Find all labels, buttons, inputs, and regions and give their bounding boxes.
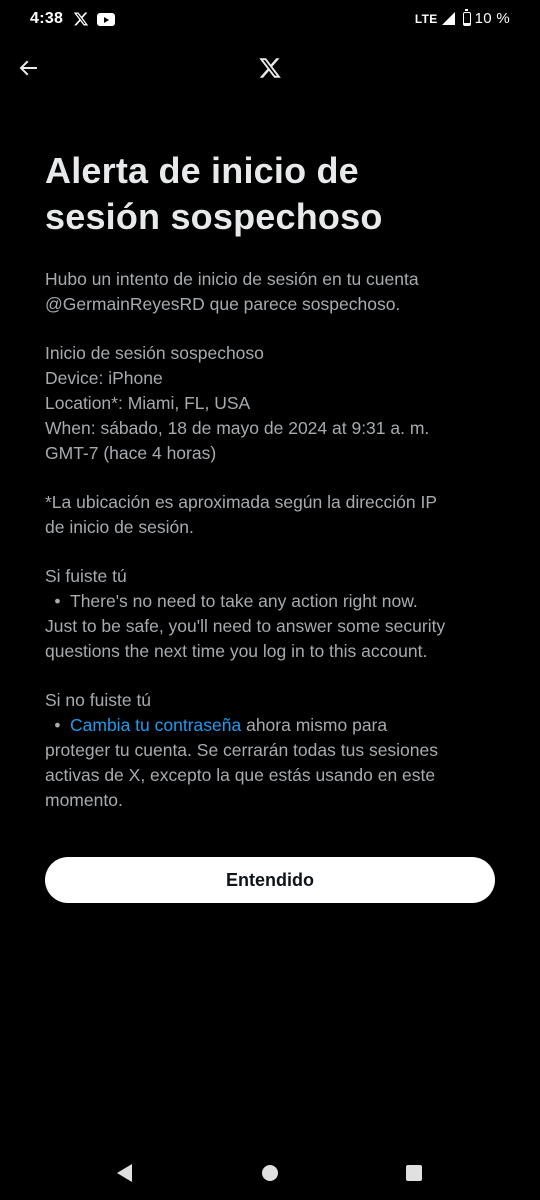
if-not-you-text: ahora mismo para	[241, 715, 388, 735]
network-type: LTE	[414, 11, 438, 26]
nav-recents-icon[interactable]	[406, 1165, 422, 1181]
intro-line: @GermainReyesRD que parece sospechoso.	[45, 294, 401, 314]
if-you-line: Just to be safe, you'll need to answer s…	[45, 616, 446, 636]
if-you-heading: Si fuiste tú	[45, 566, 127, 586]
location-note: *La ubicación es aproximada según la dir…	[45, 490, 500, 540]
location-line: Location*: Miami, FL, USA	[45, 393, 251, 413]
when-line: When: sábado, 18 de mayo de 2024 at 9:31…	[45, 418, 430, 438]
page-title: Alerta de inicio de sesión sospechoso	[45, 148, 500, 240]
note-line: *La ubicación es aproximada según la dir…	[45, 492, 438, 512]
login-details: Inicio de sesión sospechoso Device: iPho…	[45, 341, 500, 466]
arrow-left-icon	[19, 60, 37, 76]
change-password-link[interactable]: Cambia tu contraseña	[70, 715, 241, 735]
timezone-line: GMT-7 (hace 4 horas)	[45, 443, 217, 463]
intro-line: Hubo un intento de inicio de sesión en t…	[45, 269, 419, 289]
got-it-button[interactable]: Entendido	[45, 857, 495, 903]
bullet-icon: •	[54, 591, 61, 611]
if-not-you-section: Si no fuiste tú • Cambia tu contraseña ah…	[45, 688, 500, 813]
if-not-you-heading: Si no fuiste tú	[45, 690, 152, 710]
status-time: 4:38	[30, 10, 64, 27]
if-not-you-line: momento.	[45, 790, 123, 810]
signal-icon	[441, 12, 455, 25]
title-line: sesión sospechoso	[45, 196, 383, 237]
x-app-icon	[73, 12, 89, 26]
if-not-you-line: proteger tu cuenta. Se cerrarán todas tu…	[45, 740, 439, 760]
app-bar	[0, 40, 540, 96]
status-bar: 4:38 LTE 10 %	[0, 0, 540, 40]
if-you-bullet-line: • There's no need to take any action righ…	[45, 589, 500, 614]
battery-icon	[462, 8, 471, 26]
title-line: Alerta de inicio de	[45, 150, 359, 191]
system-nav-bar	[0, 1140, 540, 1200]
device-line: Device: iPhone	[45, 368, 163, 388]
intro-paragraph: Hubo un intento de inicio de sesión en t…	[45, 267, 500, 317]
bullet-icon: •	[54, 715, 61, 735]
x-logo-icon	[259, 58, 281, 78]
back-button[interactable]	[12, 52, 44, 84]
battery-fill	[463, 23, 470, 25]
nav-back-icon[interactable]	[117, 1164, 132, 1182]
details-heading: Inicio de sesión sospechoso	[45, 343, 264, 363]
if-you-line: questions the next time you log in to th…	[45, 641, 428, 661]
alert-content: Alerta de inicio de sesión sospechoso Hu…	[45, 148, 500, 813]
youtube-icon	[97, 13, 115, 26]
status-right: LTE 10 %	[414, 8, 510, 27]
if-not-you-line: activas de X, excepto la que estás usand…	[45, 765, 436, 785]
if-not-you-bullet-line: • Cambia tu contraseña ahora mismo para	[45, 713, 500, 738]
nav-home-icon[interactable]	[262, 1165, 278, 1181]
battery-percent: 10 %	[474, 10, 510, 27]
if-you-section: Si fuiste tú • There's no need to take an…	[45, 564, 500, 664]
if-you-text: There's no need to take any action right…	[70, 591, 418, 611]
note-line: de inicio de sesión.	[45, 517, 194, 537]
